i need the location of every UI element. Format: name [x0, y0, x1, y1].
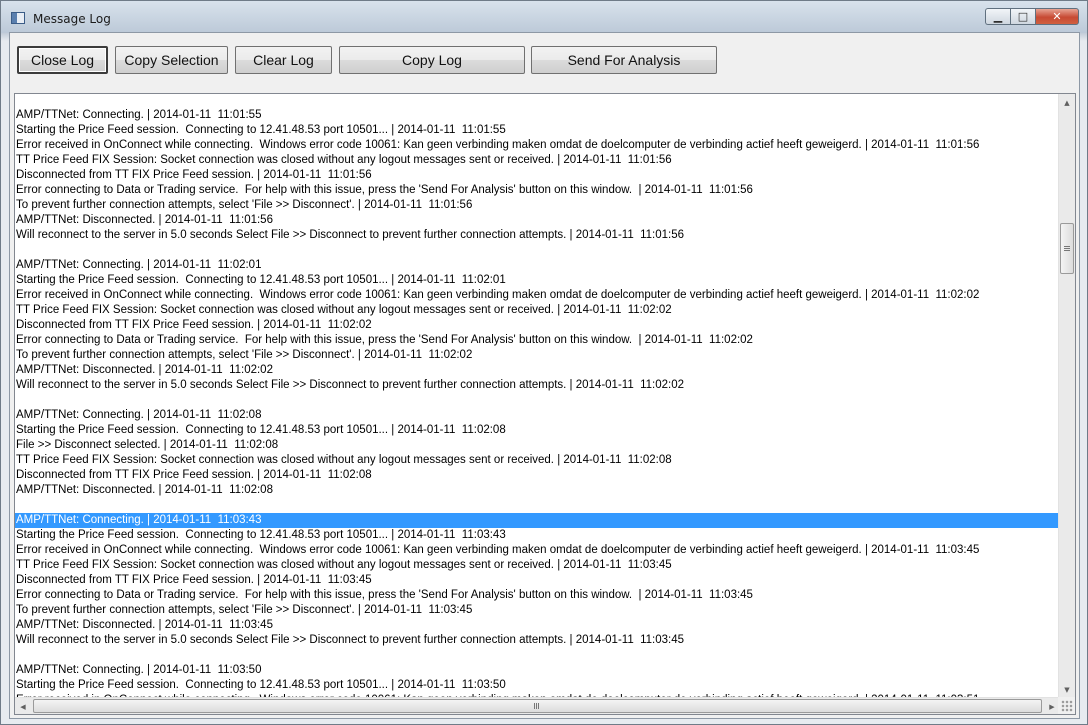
resize-grip-icon[interactable]	[1061, 700, 1073, 712]
window-title: Message Log	[33, 12, 111, 26]
log-line[interactable]	[15, 243, 1060, 258]
log-line[interactable]: Error connecting to Data or Trading serv…	[15, 333, 1060, 348]
scroll-down-arrow-icon[interactable]: ▼	[1059, 681, 1075, 698]
log-line[interactable]	[15, 393, 1060, 408]
log-line[interactable]: Error received in OnConnect while connec…	[15, 288, 1060, 303]
send-for-analysis-button[interactable]: Send For Analysis	[531, 46, 717, 74]
log-line[interactable]: To prevent further connection attempts, …	[15, 603, 1060, 618]
log-line[interactable]: Starting the Price Feed session. Connect…	[15, 273, 1060, 288]
log-line[interactable]: Error received in OnConnect while connec…	[15, 138, 1060, 153]
vertical-scrollbar[interactable]: ▲ ▼	[1058, 94, 1075, 698]
title-bar[interactable]: Message Log ▁ □ ✕	[1, 1, 1087, 33]
log-line[interactable]: Will reconnect to the server in 5.0 seco…	[15, 378, 1060, 393]
log-line[interactable]: AMP/TTNet: Disconnected. | 2014-01-11 11…	[15, 483, 1060, 498]
log-line[interactable]: AMP/TTNet: Connecting. | 2014-01-11 11:0…	[15, 663, 1060, 678]
log-line[interactable]: AMP/TTNet: Disconnected. | 2014-01-11 11…	[15, 213, 1060, 228]
horizontal-scrollbar[interactable]: ◀ ▶	[15, 697, 1060, 714]
minimize-button[interactable]: ▁	[985, 8, 1010, 25]
close-window-button[interactable]: ✕	[1035, 8, 1079, 25]
log-line[interactable]: Disconnected from TT FIX Price Feed sess…	[15, 573, 1060, 588]
log-line[interactable]: Disconnected from TT FIX Price Feed sess…	[15, 318, 1060, 333]
log-line[interactable]: To prevent further connection attempts, …	[15, 198, 1060, 213]
log-line[interactable]: Starting the Price Feed session. Connect…	[15, 423, 1060, 438]
log-line[interactable]: AMP/TTNet: Connecting. | 2014-01-11 11:0…	[15, 108, 1060, 123]
log-line[interactable]: TT Price Feed FIX Session: Socket connec…	[15, 303, 1060, 318]
log-line[interactable]: Starting the Price Feed session. Connect…	[15, 528, 1060, 543]
scroll-left-arrow-icon[interactable]: ◀	[15, 698, 31, 715]
message-log-window: Message Log ▁ □ ✕ Close Log Copy Selecti…	[0, 0, 1088, 725]
app-window-icon	[11, 12, 25, 24]
log-line[interactable]: Error connecting to Data or Trading serv…	[15, 183, 1060, 198]
caption-buttons: ▁ □ ✕	[985, 8, 1079, 25]
log-line[interactable]: File >> Disconnect selected. | 2014-01-1…	[15, 438, 1060, 453]
log-line[interactable]: AMP/TTNet: Disconnected. | 2014-01-11 11…	[15, 363, 1060, 378]
log-line[interactable]: TT Price Feed FIX Session: Socket connec…	[15, 558, 1060, 573]
log-line[interactable]: AMP/TTNet: Connecting. | 2014-01-11 11:0…	[15, 408, 1060, 423]
log-line[interactable]: Will reconnect to the server in 5.0 seco…	[15, 228, 1060, 243]
log-line[interactable]: AMP/TTNet: Disconnected. | 2014-01-11 11…	[15, 618, 1060, 633]
log-line[interactable]: Error received in OnConnect while connec…	[15, 543, 1060, 558]
message-log-list[interactable]: AMP/TTNet: Connecting. | 2014-01-11 11:0…	[14, 93, 1076, 715]
log-lines: AMP/TTNet: Connecting. | 2014-01-11 11:0…	[15, 108, 1060, 698]
log-line[interactable]: TT Price Feed FIX Session: Socket connec…	[15, 153, 1060, 168]
horizontal-scroll-thumb[interactable]	[33, 699, 1042, 713]
log-line[interactable]: TT Price Feed FIX Session: Socket connec…	[15, 453, 1060, 468]
copy-log-button[interactable]: Copy Log	[339, 46, 525, 74]
log-line[interactable]: Disconnected from TT FIX Price Feed sess…	[15, 168, 1060, 183]
scrollbar-corner	[1058, 697, 1075, 714]
log-line[interactable]: To prevent further connection attempts, …	[15, 348, 1060, 363]
close-log-button[interactable]: Close Log	[17, 46, 108, 74]
log-line[interactable]: Starting the Price Feed session. Connect…	[15, 123, 1060, 138]
vertical-scroll-thumb[interactable]	[1060, 223, 1074, 274]
maximize-button[interactable]: □	[1010, 8, 1035, 25]
log-line[interactable]: Disconnected from TT FIX Price Feed sess…	[15, 468, 1060, 483]
log-line-selected[interactable]: AMP/TTNet: Connecting. | 2014-01-11 11:0…	[15, 513, 1060, 528]
clear-log-button[interactable]: Clear Log	[235, 46, 332, 74]
log-line[interactable]	[15, 648, 1060, 663]
log-line[interactable]: Starting the Price Feed session. Connect…	[15, 678, 1060, 693]
client-area: Close Log Copy Selection Clear Log Copy …	[9, 32, 1080, 719]
scroll-up-arrow-icon[interactable]: ▲	[1059, 94, 1075, 111]
log-line[interactable]: Error connecting to Data or Trading serv…	[15, 588, 1060, 603]
log-line[interactable]: Will reconnect to the server in 5.0 seco…	[15, 633, 1060, 648]
copy-selection-button[interactable]: Copy Selection	[115, 46, 228, 74]
log-line[interactable]	[15, 498, 1060, 513]
log-line[interactable]: AMP/TTNet: Connecting. | 2014-01-11 11:0…	[15, 258, 1060, 273]
